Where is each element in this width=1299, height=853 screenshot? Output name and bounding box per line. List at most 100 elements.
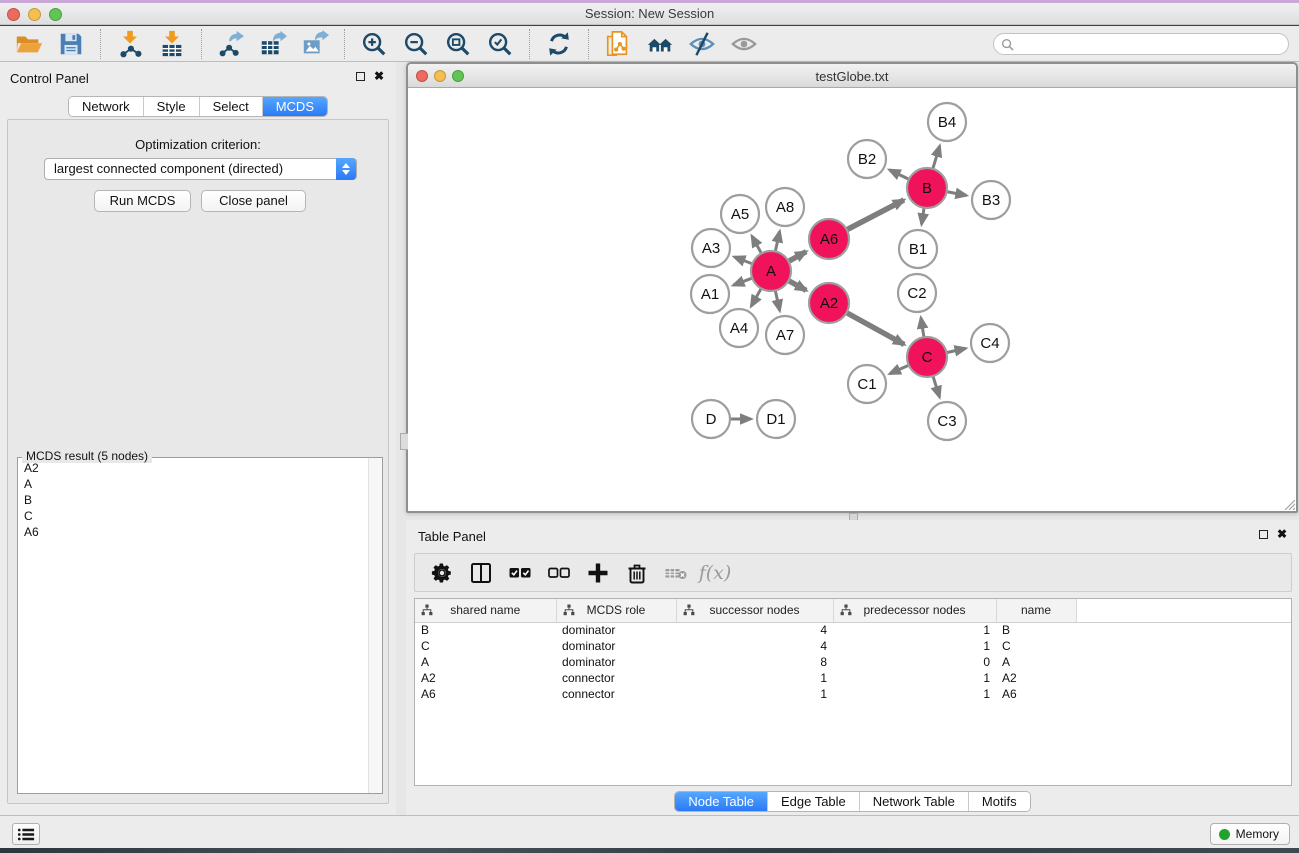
tab-style[interactable]: Style bbox=[143, 97, 199, 116]
mcds-result-scrollbar[interactable] bbox=[368, 458, 382, 793]
node-A5[interactable]: A5 bbox=[721, 195, 759, 233]
mcds-result-item[interactable]: C bbox=[19, 508, 367, 524]
zoom-selected-button[interactable] bbox=[485, 29, 515, 59]
float-panel-icon[interactable] bbox=[1259, 530, 1268, 539]
cell-successor-nodes[interactable]: 1 bbox=[676, 670, 833, 686]
column-header-name[interactable]: name bbox=[996, 599, 1076, 622]
close-panel-icon[interactable]: ✖ bbox=[374, 71, 384, 81]
node-C4[interactable]: C4 bbox=[971, 324, 1009, 362]
close-panel-icon[interactable]: ✖ bbox=[1277, 529, 1287, 539]
mcds-result-item[interactable]: B bbox=[19, 492, 367, 508]
node-B2[interactable]: B2 bbox=[848, 140, 886, 178]
task-history-button[interactable] bbox=[12, 823, 40, 845]
node-A[interactable]: A bbox=[751, 251, 791, 291]
cell-successor-nodes[interactable]: 8 bbox=[676, 654, 833, 670]
cell-mcds-role[interactable]: connector bbox=[556, 686, 676, 702]
node-A1[interactable]: A1 bbox=[691, 275, 729, 313]
node-C2[interactable]: C2 bbox=[898, 274, 936, 312]
zoom-in-button[interactable] bbox=[359, 29, 389, 59]
cell-successor-nodes[interactable]: 4 bbox=[676, 638, 833, 654]
close-panel-button[interactable]: Close panel bbox=[201, 190, 306, 212]
table-row[interactable]: A2connector11A2 bbox=[415, 670, 1291, 686]
cell-mcds-role[interactable]: dominator bbox=[556, 638, 676, 654]
tab-mcds[interactable]: MCDS bbox=[262, 97, 327, 116]
cell-shared-name[interactable]: A bbox=[415, 654, 556, 670]
table-settings-button[interactable] bbox=[429, 560, 455, 586]
zoom-fit-button[interactable] bbox=[443, 29, 473, 59]
function-builder-button[interactable]: f(x) bbox=[702, 560, 728, 586]
mcds-result-item[interactable]: A bbox=[19, 476, 367, 492]
cell-name[interactable]: A bbox=[996, 654, 1076, 670]
cell-shared-name[interactable]: C bbox=[415, 638, 556, 654]
float-panel-icon[interactable] bbox=[356, 72, 365, 81]
add-row-button[interactable] bbox=[585, 560, 611, 586]
cell-mcds-role[interactable]: dominator bbox=[556, 654, 676, 670]
clone-network-button[interactable] bbox=[603, 29, 633, 59]
search-input[interactable] bbox=[1014, 35, 1288, 53]
node-table[interactable]: shared nameMCDS rolesuccessor nodesprede… bbox=[414, 598, 1292, 786]
hide-selected-button[interactable] bbox=[687, 29, 717, 59]
export-table-button[interactable] bbox=[258, 29, 288, 59]
deselect-all-rows-button[interactable] bbox=[546, 560, 572, 586]
node-C[interactable]: C bbox=[907, 337, 947, 377]
table-row[interactable]: Cdominator41C bbox=[415, 638, 1291, 654]
column-header-mcds-role[interactable]: MCDS role bbox=[556, 599, 676, 622]
tab-network[interactable]: Network bbox=[69, 97, 143, 116]
tab-edge-table[interactable]: Edge Table bbox=[767, 792, 859, 811]
node-D1[interactable]: D1 bbox=[757, 400, 795, 438]
tab-select[interactable]: Select bbox=[199, 97, 262, 116]
node-B3[interactable]: B3 bbox=[972, 181, 1010, 219]
cell-successor-nodes[interactable]: 1 bbox=[676, 686, 833, 702]
run-mcds-button[interactable]: Run MCDS bbox=[94, 190, 191, 212]
cell-successor-nodes[interactable]: 4 bbox=[676, 622, 833, 638]
export-network-button[interactable] bbox=[216, 29, 246, 59]
table-row[interactable]: Bdominator41B bbox=[415, 622, 1291, 638]
node-C3[interactable]: C3 bbox=[928, 402, 966, 440]
node-A6[interactable]: A6 bbox=[809, 219, 849, 259]
node-A3[interactable]: A3 bbox=[692, 229, 730, 267]
mcds-result-list[interactable]: A2ABCA6 bbox=[19, 460, 367, 792]
cell-mcds-role[interactable]: connector bbox=[556, 670, 676, 686]
column-header-predecessor-nodes[interactable]: predecessor nodes bbox=[833, 599, 996, 622]
node-A8[interactable]: A8 bbox=[766, 188, 804, 226]
cell-shared-name[interactable]: B bbox=[415, 622, 556, 638]
tab-node-table[interactable]: Node Table bbox=[675, 792, 767, 811]
show-all-button[interactable] bbox=[729, 29, 759, 59]
optimization-criterion-select[interactable]: largest connected component (directed) bbox=[44, 158, 357, 180]
import-network-button[interactable] bbox=[115, 29, 145, 59]
resize-grip-icon[interactable] bbox=[1282, 497, 1295, 510]
zoom-out-button[interactable] bbox=[401, 29, 431, 59]
cell-predecessor-nodes[interactable]: 1 bbox=[833, 670, 996, 686]
cell-predecessor-nodes[interactable]: 0 bbox=[833, 654, 996, 670]
table-row[interactable]: Adominator80A bbox=[415, 654, 1291, 670]
node-B1[interactable]: B1 bbox=[899, 230, 937, 268]
column-header-shared-name[interactable]: shared name bbox=[415, 599, 556, 622]
cell-name[interactable]: C bbox=[996, 638, 1076, 654]
tab-motifs[interactable]: Motifs bbox=[968, 792, 1030, 811]
mcds-result-item[interactable]: A6 bbox=[19, 524, 367, 540]
export-image-button[interactable] bbox=[300, 29, 330, 59]
cell-predecessor-nodes[interactable]: 1 bbox=[833, 638, 996, 654]
cell-shared-name[interactable]: A2 bbox=[415, 670, 556, 686]
save-session-button[interactable] bbox=[56, 29, 86, 59]
node-D[interactable]: D bbox=[692, 400, 730, 438]
mcds-result-item[interactable]: A2 bbox=[19, 460, 367, 476]
delete-rows-button[interactable] bbox=[624, 560, 650, 586]
table-row[interactable]: A6connector11A6 bbox=[415, 686, 1291, 702]
cell-shared-name[interactable]: A6 bbox=[415, 686, 556, 702]
delete-column-button[interactable] bbox=[663, 560, 689, 586]
tab-network-table[interactable]: Network Table bbox=[859, 792, 968, 811]
network-canvas[interactable]: ABCA2A6A1A3A4A5A7A8B1B2B3B4C1C2C3C4DD1 bbox=[408, 89, 1296, 511]
node-A4[interactable]: A4 bbox=[720, 309, 758, 347]
split-columns-button[interactable] bbox=[468, 560, 494, 586]
first-neighbors-button[interactable] bbox=[645, 29, 675, 59]
cell-name[interactable]: B bbox=[996, 622, 1076, 638]
search-field[interactable] bbox=[993, 33, 1289, 55]
cell-name[interactable]: A6 bbox=[996, 686, 1076, 702]
import-table-button[interactable] bbox=[157, 29, 187, 59]
memory-button[interactable]: Memory bbox=[1210, 823, 1290, 845]
cell-mcds-role[interactable]: dominator bbox=[556, 622, 676, 638]
node-B[interactable]: B bbox=[907, 168, 947, 208]
cell-predecessor-nodes[interactable]: 1 bbox=[833, 686, 996, 702]
select-all-rows-button[interactable] bbox=[507, 560, 533, 586]
